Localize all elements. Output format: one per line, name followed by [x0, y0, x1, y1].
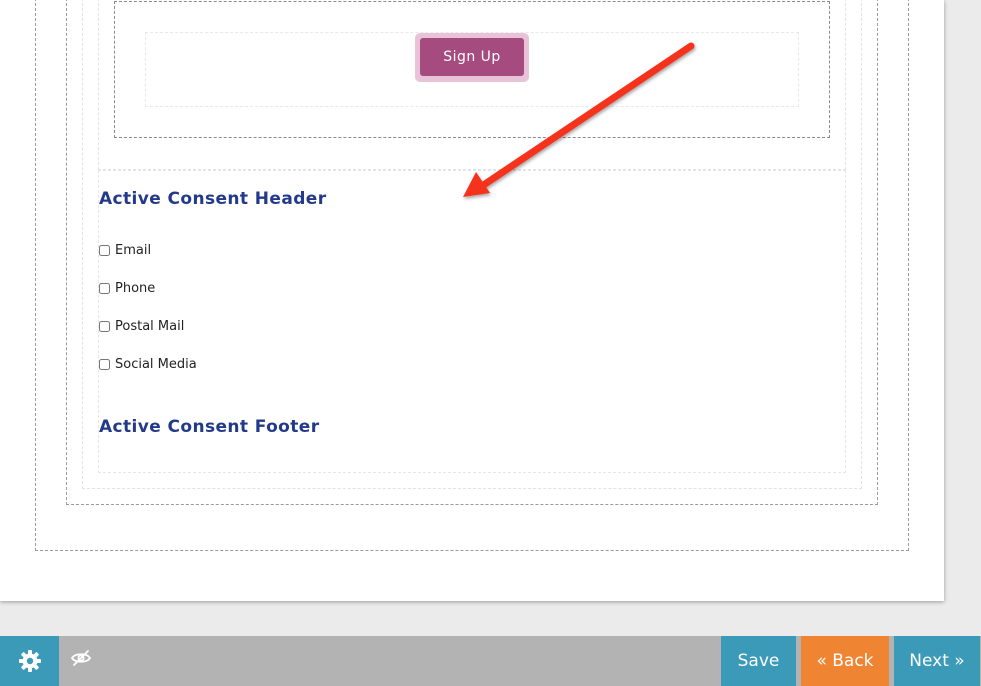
consent-checkbox-postal-mail[interactable] — [99, 320, 110, 332]
consent-checkbox-email[interactable] — [99, 244, 110, 256]
consent-checkbox-phone[interactable] — [99, 282, 110, 294]
active-consent-footer: Active Consent Footer — [99, 417, 320, 437]
consent-option-label: Phone — [115, 280, 156, 296]
consent-option-phone[interactable]: Phone — [99, 279, 155, 297]
settings-button[interactable] — [0, 636, 59, 686]
consent-option-postal-mail[interactable]: Postal Mail — [99, 317, 184, 335]
consent-checkbox-social-media[interactable] — [99, 358, 110, 370]
next-button[interactable]: Next » — [894, 636, 980, 686]
consent-option-social-media[interactable]: Social Media — [99, 355, 197, 373]
email-canvas: Sign Up Active Consent Header Email Phon… — [0, 0, 944, 601]
consent-option-email[interactable]: Email — [99, 241, 151, 259]
back-button[interactable]: « Back — [801, 636, 889, 686]
signup-button[interactable]: Sign Up — [420, 38, 524, 76]
editor-toolbar: Save « Back Next » — [0, 636, 981, 686]
active-consent-header: Active Consent Header — [99, 189, 327, 209]
eye-slash-icon — [70, 650, 92, 666]
signup-button-selected-outline: Sign Up — [415, 33, 529, 82]
consent-option-label: Social Media — [115, 356, 197, 372]
toggle-visibility-button[interactable] — [68, 646, 94, 670]
consent-option-label: Email — [115, 242, 152, 258]
consent-option-label: Postal Mail — [115, 318, 185, 334]
gear-icon — [18, 650, 41, 672]
save-button[interactable]: Save — [721, 636, 796, 686]
